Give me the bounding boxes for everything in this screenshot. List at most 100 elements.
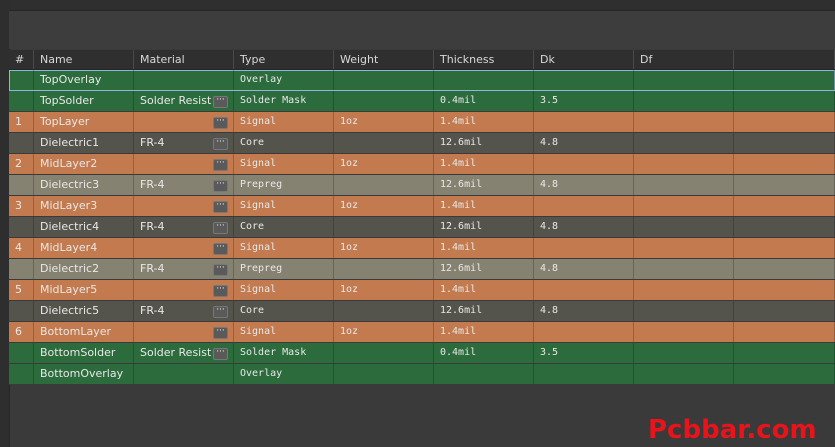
- layer-name-cell[interactable]: MidLayer5: [34, 280, 134, 300]
- layer-type-cell[interactable]: Signal: [234, 196, 334, 216]
- layer-weight-cell[interactable]: 1oz: [334, 196, 434, 216]
- layer-type-cell[interactable]: Overlay: [234, 70, 334, 90]
- layer-dk-cell[interactable]: [534, 196, 634, 216]
- material-browse-button[interactable]: ···: [213, 222, 228, 234]
- table-row[interactable]: 5 MidLayer5 ··· Signal 1oz 1.4mil: [9, 280, 835, 301]
- layer-number-cell[interactable]: [9, 133, 34, 153]
- layer-material-cell[interactable]: ···: [134, 196, 234, 216]
- layer-type-cell[interactable]: Prepreg: [234, 259, 334, 279]
- layer-type-cell[interactable]: Overlay: [234, 364, 334, 384]
- layer-df-cell[interactable]: [634, 154, 734, 174]
- material-browse-button[interactable]: ···: [213, 96, 228, 108]
- layer-df-cell[interactable]: [634, 133, 734, 153]
- layer-type-cell[interactable]: Signal: [234, 322, 334, 342]
- layer-weight-cell[interactable]: 1oz: [334, 154, 434, 174]
- layer-material-cell[interactable]: FR-4 ···: [134, 259, 234, 279]
- layer-type-cell[interactable]: Core: [234, 301, 334, 321]
- layer-weight-cell[interactable]: [334, 175, 434, 195]
- layer-thickness-cell[interactable]: 0.4mil: [434, 343, 534, 363]
- layer-thickness-cell[interactable]: 1.4mil: [434, 280, 534, 300]
- layer-weight-cell[interactable]: [334, 259, 434, 279]
- layer-weight-cell[interactable]: 1oz: [334, 238, 434, 258]
- layer-name-cell[interactable]: MidLayer4: [34, 238, 134, 258]
- column-header-material[interactable]: Material: [134, 50, 234, 69]
- material-browse-button[interactable]: ···: [213, 327, 228, 339]
- layer-dk-cell[interactable]: 3.5: [534, 91, 634, 111]
- layer-name-cell[interactable]: MidLayer2: [34, 154, 134, 174]
- material-browse-button[interactable]: ···: [213, 348, 228, 360]
- layer-number-cell[interactable]: [9, 301, 34, 321]
- table-row[interactable]: Dielectric4 FR-4 ··· Core 12.6mil 4.8: [9, 217, 835, 238]
- layer-weight-cell[interactable]: [334, 301, 434, 321]
- layer-material-cell[interactable]: FR-4 ···: [134, 133, 234, 153]
- material-browse-button[interactable]: ···: [213, 243, 228, 255]
- layer-number-cell[interactable]: 5: [9, 280, 34, 300]
- layer-material-cell[interactable]: Solder Resist ···: [134, 343, 234, 363]
- layer-dk-cell[interactable]: [534, 70, 634, 90]
- layer-material-cell[interactable]: FR-4 ···: [134, 175, 234, 195]
- layer-name-cell[interactable]: TopOverlay: [34, 70, 134, 90]
- material-browse-button[interactable]: ···: [213, 285, 228, 297]
- layer-weight-cell[interactable]: 1oz: [334, 322, 434, 342]
- layer-thickness-cell[interactable]: 1.4mil: [434, 196, 534, 216]
- layer-thickness-cell[interactable]: [434, 70, 534, 90]
- table-row[interactable]: Dielectric5 FR-4 ··· Core 12.6mil 4.8: [9, 301, 835, 322]
- layer-name-cell[interactable]: MidLayer3: [34, 196, 134, 216]
- layer-type-cell[interactable]: Core: [234, 133, 334, 153]
- layer-thickness-cell[interactable]: 1.4mil: [434, 112, 534, 132]
- layer-weight-cell[interactable]: [334, 133, 434, 153]
- layer-type-cell[interactable]: Prepreg: [234, 175, 334, 195]
- layer-number-cell[interactable]: 4: [9, 238, 34, 258]
- layer-thickness-cell[interactable]: 12.6mil: [434, 301, 534, 321]
- column-header-df[interactable]: Df: [634, 50, 734, 69]
- layer-type-cell[interactable]: Solder Mask: [234, 91, 334, 111]
- table-row[interactable]: 3 MidLayer3 ··· Signal 1oz 1.4mil: [9, 196, 835, 217]
- layer-thickness-cell[interactable]: [434, 364, 534, 384]
- layer-df-cell[interactable]: [634, 343, 734, 363]
- layer-df-cell[interactable]: [634, 280, 734, 300]
- layer-name-cell[interactable]: BottomOverlay: [34, 364, 134, 384]
- table-row[interactable]: Dielectric2 FR-4 ··· Prepreg 12.6mil 4.8: [9, 259, 835, 280]
- layer-name-cell[interactable]: Dielectric3: [34, 175, 134, 195]
- layer-df-cell[interactable]: [634, 91, 734, 111]
- layer-dk-cell[interactable]: 4.8: [534, 259, 634, 279]
- layer-name-cell[interactable]: Dielectric5: [34, 301, 134, 321]
- table-row[interactable]: Dielectric3 FR-4 ··· Prepreg 12.6mil 4.8: [9, 175, 835, 196]
- layer-weight-cell[interactable]: [334, 343, 434, 363]
- layer-dk-cell[interactable]: 4.8: [534, 217, 634, 237]
- layer-weight-cell[interactable]: [334, 91, 434, 111]
- layer-number-cell[interactable]: [9, 91, 34, 111]
- table-row[interactable]: 4 MidLayer4 ··· Signal 1oz 1.4mil: [9, 238, 835, 259]
- layer-material-cell[interactable]: FR-4 ···: [134, 301, 234, 321]
- layer-df-cell[interactable]: [634, 112, 734, 132]
- layer-type-cell[interactable]: Signal: [234, 112, 334, 132]
- layer-material-cell[interactable]: ···: [134, 280, 234, 300]
- layer-thickness-cell[interactable]: 12.6mil: [434, 175, 534, 195]
- layer-weight-cell[interactable]: [334, 217, 434, 237]
- layer-dk-cell[interactable]: [534, 322, 634, 342]
- table-row[interactable]: 2 MidLayer2 ··· Signal 1oz 1.4mil: [9, 154, 835, 175]
- layer-weight-cell[interactable]: 1oz: [334, 280, 434, 300]
- layer-material-cell[interactable]: ···: [134, 238, 234, 258]
- layer-type-cell[interactable]: Solder Mask: [234, 343, 334, 363]
- column-header-weight[interactable]: Weight: [334, 50, 434, 69]
- layer-df-cell[interactable]: [634, 301, 734, 321]
- layer-df-cell[interactable]: [634, 70, 734, 90]
- material-browse-button[interactable]: ···: [213, 201, 228, 213]
- layer-type-cell[interactable]: Signal: [234, 280, 334, 300]
- layer-name-cell[interactable]: Dielectric4: [34, 217, 134, 237]
- layer-df-cell[interactable]: [634, 175, 734, 195]
- layer-material-cell[interactable]: ···: [134, 154, 234, 174]
- layer-material-cell[interactable]: [134, 70, 234, 90]
- layer-material-cell[interactable]: FR-4 ···: [134, 217, 234, 237]
- layer-df-cell[interactable]: [634, 238, 734, 258]
- layer-df-cell[interactable]: [634, 364, 734, 384]
- layer-material-cell[interactable]: ···: [134, 322, 234, 342]
- layer-number-cell[interactable]: 1: [9, 112, 34, 132]
- layer-df-cell[interactable]: [634, 217, 734, 237]
- layer-number-cell[interactable]: 3: [9, 196, 34, 216]
- table-row[interactable]: Dielectric1 FR-4 ··· Core 12.6mil 4.8: [9, 133, 835, 154]
- layer-dk-cell[interactable]: 4.8: [534, 301, 634, 321]
- layer-dk-cell[interactable]: [534, 364, 634, 384]
- layer-dk-cell[interactable]: [534, 154, 634, 174]
